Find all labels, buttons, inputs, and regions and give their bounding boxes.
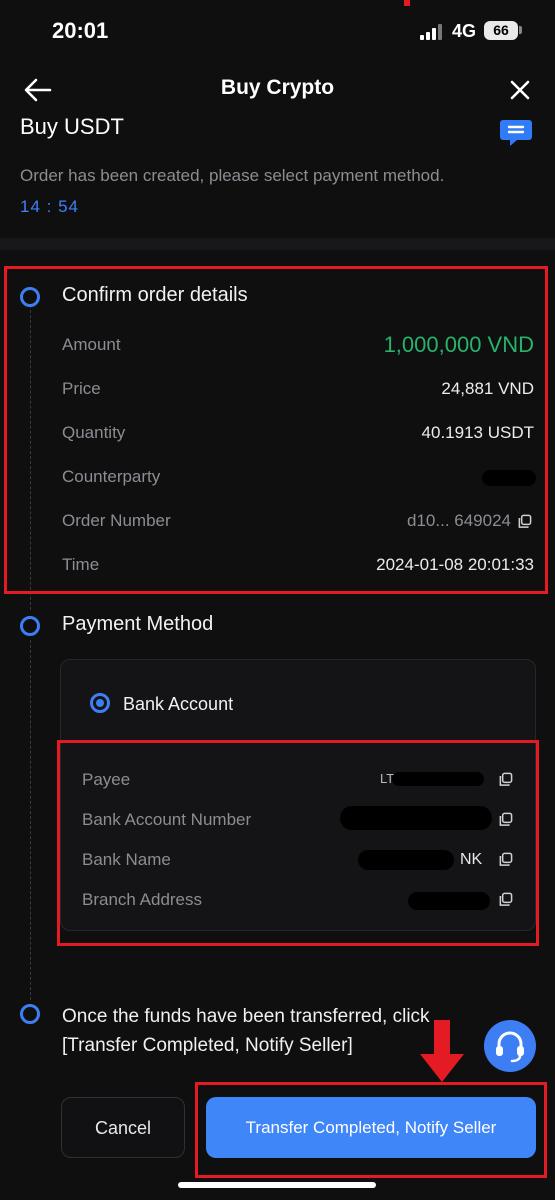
price-label: Price — [62, 379, 101, 398]
copy-icon[interactable] — [498, 812, 513, 827]
step-indicator-payment — [20, 616, 40, 636]
close-icon[interactable] — [506, 76, 534, 104]
copy-icon[interactable] — [498, 772, 513, 787]
bank-account-label[interactable]: Bank Account — [123, 694, 233, 715]
status-time: 20:01 — [52, 18, 109, 43]
step-connector — [30, 640, 31, 1000]
time-label: Time — [62, 555, 100, 574]
network-label: 4G — [452, 21, 477, 41]
copy-icon[interactable] — [517, 514, 532, 529]
step-title-confirm: Confirm order details — [62, 284, 248, 306]
counterparty-redaction — [482, 470, 536, 486]
cancel-button[interactable]: Cancel — [61, 1097, 185, 1158]
bank-name-redaction — [358, 850, 454, 870]
account-number-redaction — [340, 806, 492, 830]
quantity-value: 40.1913 USDT — [421, 423, 534, 442]
payee-redaction — [392, 772, 484, 786]
page-title: Buy USDT — [20, 114, 124, 139]
order-number-value: d10... 649024 — [407, 511, 511, 530]
step-indicator-confirm — [20, 287, 40, 307]
quantity-label: Quantity — [62, 423, 126, 442]
step-indicator-transfer — [20, 1004, 40, 1024]
amount-label: Amount — [62, 335, 121, 354]
chat-icon[interactable] — [498, 114, 534, 150]
order-status-message: Order has been created, please select pa… — [20, 166, 445, 185]
section-divider — [0, 238, 555, 250]
battery-icon: 66 — [484, 21, 518, 40]
price-value: 24,881 VND — [441, 379, 534, 398]
bank-name-value: NK — [460, 851, 483, 868]
home-indicator — [178, 1182, 376, 1188]
transfer-completed-button[interactable]: Transfer Completed, Notify Seller — [206, 1097, 536, 1158]
amount-value: 1,000,000 VND — [383, 332, 534, 357]
nav-title: Buy Crypto — [220, 76, 335, 99]
countdown-timer: 14 : 54 — [20, 197, 79, 216]
branch-address-label: Branch Address — [82, 890, 203, 909]
order-number-label: Order Number — [62, 511, 171, 530]
bank-account-number-label: Bank Account Number — [82, 810, 252, 829]
support-button[interactable] — [484, 1020, 536, 1072]
branch-address-redaction — [408, 892, 490, 910]
bank-name-label: Bank Name — [82, 850, 171, 869]
counterparty-label: Counterparty — [62, 467, 161, 486]
signal-icon — [420, 24, 444, 40]
copy-icon[interactable] — [498, 852, 513, 867]
bank-account-radio[interactable] — [90, 693, 110, 713]
headset-icon — [496, 1031, 524, 1063]
payee-label: Payee — [82, 770, 131, 789]
annotation-arrow-icon — [420, 1020, 464, 1082]
time-value: 2024-01-08 20:01:33 — [376, 555, 534, 574]
battery-tip — [519, 26, 522, 34]
copy-icon[interactable] — [498, 892, 513, 907]
step-title-payment: Payment Method — [62, 613, 214, 635]
